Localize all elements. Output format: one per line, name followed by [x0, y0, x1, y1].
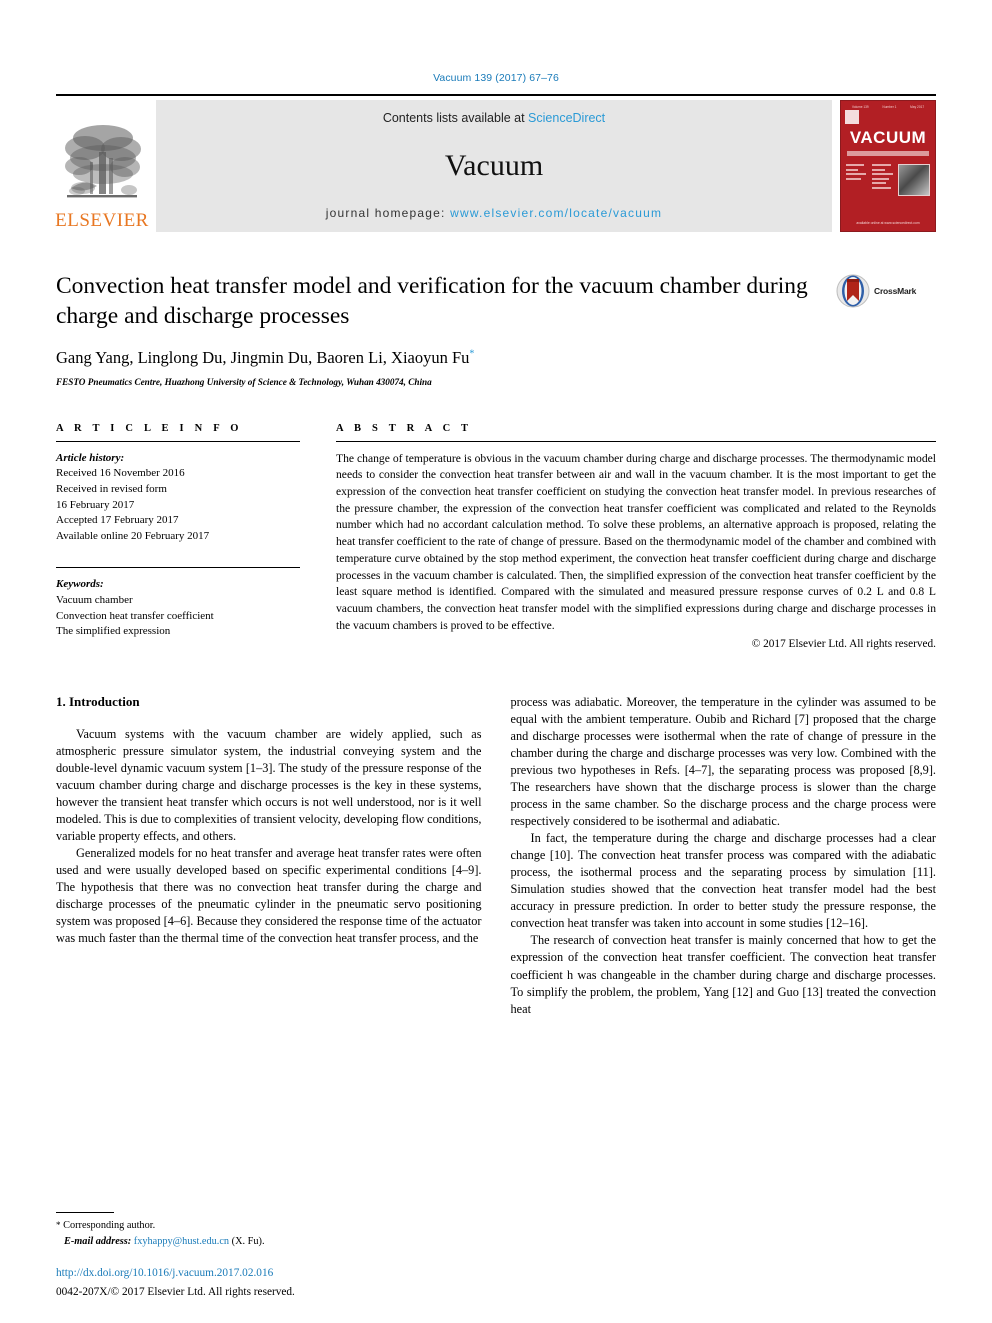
- journal-masthead: ELSEVIER Contents lists available at Sci…: [55, 94, 936, 232]
- history-item: Received 16 November 2016: [56, 467, 185, 480]
- article-info-rule: [56, 440, 300, 442]
- footer-doi-block: http://dx.doi.org/10.1016/j.vacuum.2017.…: [56, 1266, 486, 1301]
- abstract-text: The change of temperature is obvious in …: [336, 451, 936, 632]
- cover-text-col-1: [846, 164, 868, 196]
- journal-homepage-line: journal homepage: www.elsevier.com/locat…: [326, 206, 662, 220]
- article-history-label: Article history:: [56, 451, 125, 464]
- article-info-heading: A R T I C L E I N F O: [56, 422, 243, 434]
- keyword-item: Vacuum chamber: [56, 593, 133, 606]
- elsevier-tree-icon: [65, 125, 141, 198]
- cover-body: [841, 156, 935, 196]
- crossmark-label: CrossMark: [874, 286, 917, 296]
- abstract-heading: A B S T R A C T: [336, 422, 473, 434]
- paper-page: Vacuum 139 (2017) 67–76 ELSEVIER Content…: [0, 0, 992, 1323]
- contents-available-line: Contents lists available at ScienceDirec…: [383, 111, 605, 125]
- cover-image-thumbnail: [898, 164, 930, 196]
- cover-journal-title: VACUUM: [849, 128, 927, 147]
- corresponding-author-marker: *: [469, 348, 475, 360]
- footnote-email-line: E-mail address: fxyhappy@hust.edu.cn (X.…: [56, 1234, 482, 1249]
- body-column-right: process was adiabatic. Moreover, the tem…: [511, 694, 937, 1017]
- keywords-rule: [56, 567, 300, 569]
- issn-copyright: 0042-207X/© 2017 Elsevier Ltd. All right…: [56, 1286, 295, 1299]
- homepage-url-link[interactable]: www.elsevier.com/locate/vacuum: [450, 206, 662, 220]
- email-suffix: (X. Fu).: [231, 1235, 265, 1247]
- elsevier-logo: ELSEVIER: [55, 100, 149, 232]
- footnote-corresponding-label: Corresponding author.: [63, 1220, 156, 1232]
- email-link[interactable]: fxyhappy@hust.edu.cn: [134, 1236, 229, 1247]
- corresponding-author-footnote: * Corresponding author. E-mail address: …: [56, 1212, 482, 1249]
- cover-top-labels: Volume 139 Number 1 May 2017: [841, 101, 935, 109]
- footnote-rule: [56, 1212, 114, 1214]
- info-abstract-row: A R T I C L E I N F O Article history: R…: [56, 422, 936, 651]
- doi-link[interactable]: http://dx.doi.org/10.1016/j.vacuum.2017.…: [56, 1266, 486, 1282]
- journal-cover-thumbnail: Volume 139 Number 1 May 2017 VACUUM avai…: [840, 100, 936, 232]
- journal-title: Vacuum: [444, 148, 544, 182]
- cover-label-volume: Volume 139: [851, 105, 869, 109]
- masthead-center-panel: Contents lists available at ScienceDirec…: [156, 100, 832, 232]
- affiliation: FESTO Pneumatics Centre, Huazhong Univer…: [56, 376, 432, 387]
- cover-elsevier-mark-icon: [845, 110, 859, 124]
- paragraph: In fact, the temperature during the char…: [510, 831, 937, 931]
- abstract-column: A B S T R A C T The change of temperatur…: [336, 422, 936, 651]
- title-text-group: Convection heat transfer model and verif…: [56, 272, 836, 387]
- history-item: Accepted 17 February 2017: [56, 514, 179, 527]
- paragraph: process was adiabatic. Moreover, the tem…: [510, 695, 937, 829]
- footnote-star: *: [56, 1220, 61, 1231]
- sciencedirect-link[interactable]: ScienceDirect: [528, 111, 605, 125]
- cover-text-col-2: [872, 164, 894, 196]
- paragraph: Vacuum systems with the vacuum chamber a…: [56, 727, 482, 844]
- keyword-item: Convection heat transfer coefficient: [56, 609, 214, 622]
- section-heading-introduction: 1. Introduction: [56, 694, 140, 710]
- footnote-corresponding-line: * Corresponding author.: [56, 1218, 482, 1233]
- history-item: Available online 20 February 2017: [56, 529, 210, 542]
- body-columns: 1. Introduction Vacuum systems with the …: [56, 694, 936, 1017]
- paragraph: Generalized models for no heat transfer …: [56, 846, 482, 946]
- elsevier-wordmark: ELSEVIER: [55, 210, 149, 231]
- article-info-column: A R T I C L E I N F O Article history: R…: [56, 423, 300, 651]
- history-item: 16 February 2017: [56, 498, 135, 511]
- running-head: Vacuum 139 (2017) 67–76: [433, 72, 559, 84]
- crossmark-badge[interactable]: CrossMark: [836, 272, 936, 308]
- author-names: Gang Yang, Linglong Du, Jingmin Du, Baor…: [56, 347, 470, 367]
- homepage-prefix: journal homepage:: [325, 206, 451, 220]
- body-column-left: 1. Introduction Vacuum systems with the …: [56, 694, 482, 1017]
- paragraph: The research of convection heat transfer…: [510, 933, 937, 1016]
- abstract-rule: [336, 440, 936, 442]
- cover-label-number: Number 1: [882, 105, 897, 109]
- title-block: Convection heat transfer model and verif…: [56, 272, 936, 387]
- cover-footer-text: available online at www.sciencedirect.co…: [856, 221, 920, 225]
- cover-label-date: May 2017: [910, 105, 925, 109]
- cover-subtitle-bar: [847, 151, 929, 156]
- abstract-copyright: © 2017 Elsevier Ltd. All rights reserved…: [751, 638, 936, 651]
- author-list: Gang Yang, Linglong Du, Jingmin Du, Baor…: [56, 348, 816, 368]
- email-address-label: E-mail address:: [64, 1235, 132, 1247]
- page-title: Convection heat transfer model and verif…: [56, 273, 808, 329]
- keywords-label: Keywords:: [56, 578, 104, 591]
- contents-prefix: Contents lists available at: [382, 111, 529, 125]
- crossmark-icon: [836, 274, 870, 308]
- history-item: Received in revised form: [56, 482, 167, 495]
- keyword-item: The simplified expression: [56, 625, 171, 638]
